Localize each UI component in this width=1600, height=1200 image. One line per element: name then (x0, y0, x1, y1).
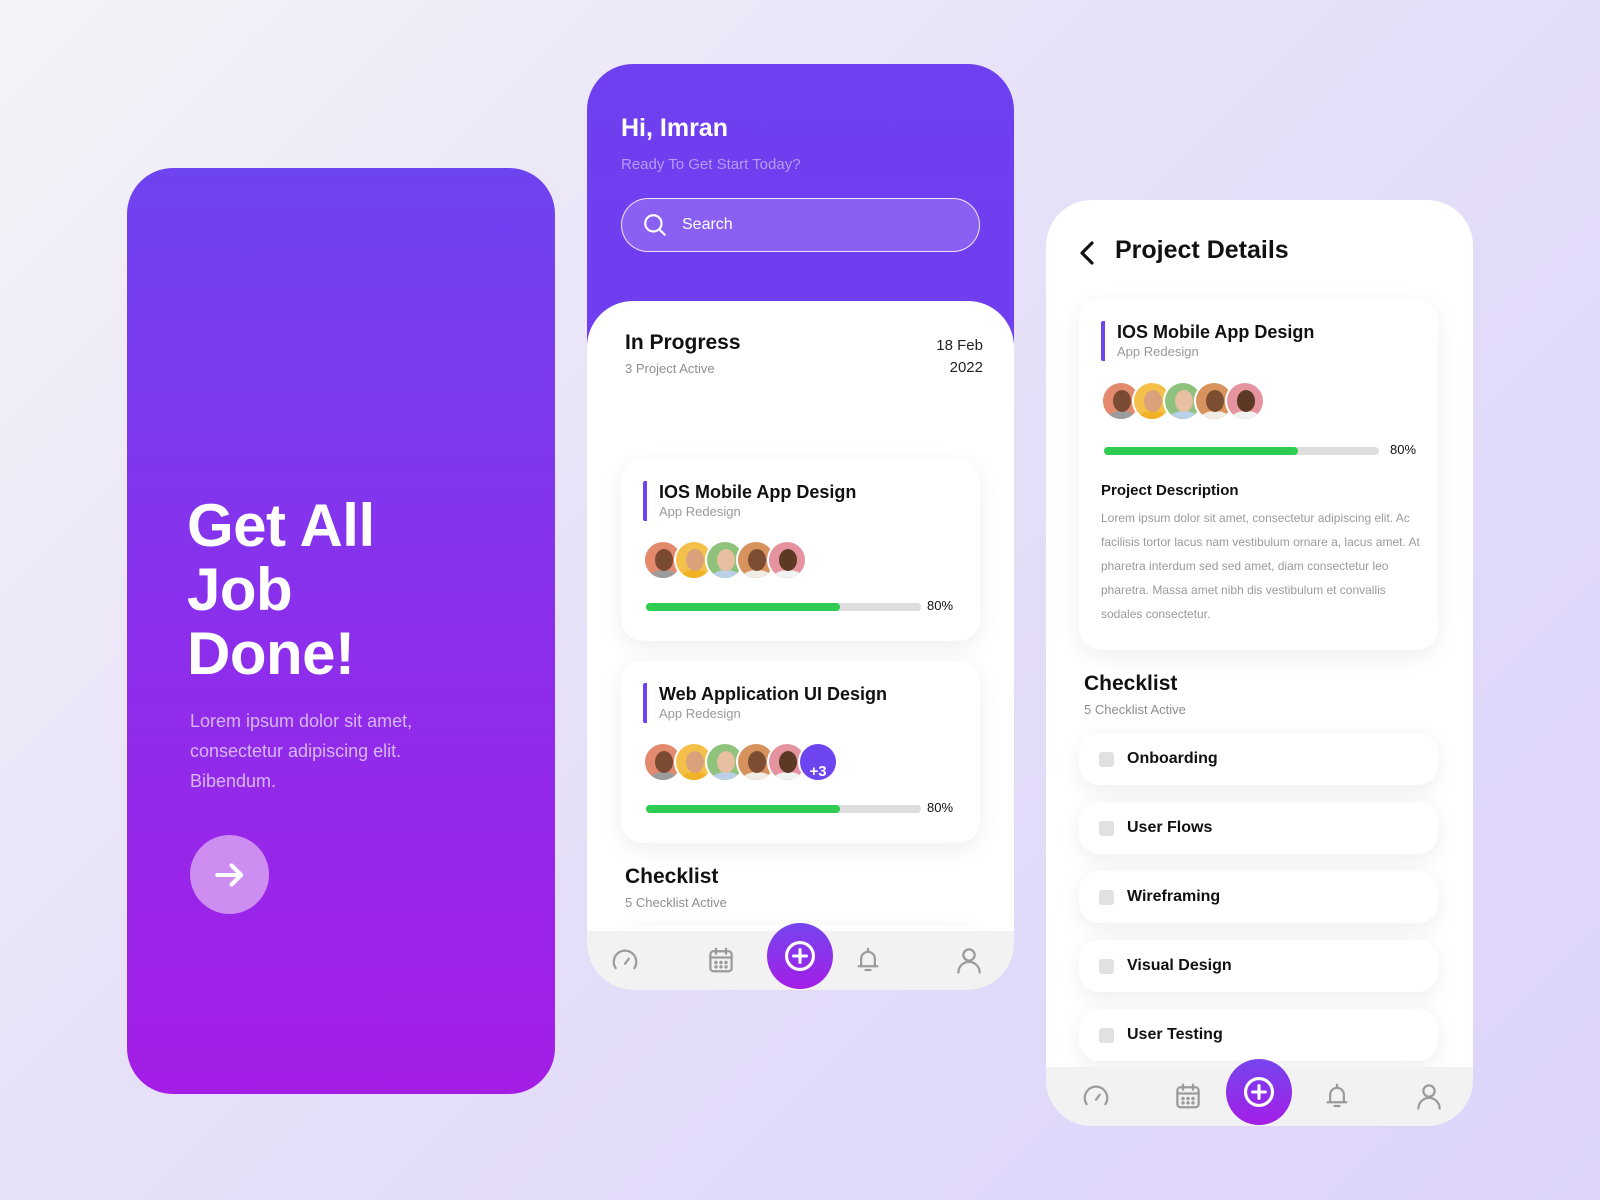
bell-icon[interactable] (1322, 1081, 1352, 1111)
progress-bar (1104, 447, 1379, 455)
bell-icon[interactable] (853, 945, 883, 975)
progress-label: 80% (1390, 442, 1417, 457)
checklist-title: Checklist (1084, 672, 1178, 695)
checkbox[interactable] (1099, 820, 1114, 836)
avatar (1225, 381, 1265, 421)
team-avatars (643, 540, 807, 580)
checklist-subtitle: 5 Checklist Active (1084, 702, 1186, 717)
project-title: IOS Mobile App Design (659, 482, 857, 502)
dashboard-gauge-icon[interactable] (610, 945, 640, 975)
project-subtitle: App Redesign (1117, 344, 1199, 359)
checklist-item-label: Visual Design (1127, 957, 1232, 974)
team-avatars: +3 (643, 742, 838, 782)
greeting-subtitle: Ready To Get Start Today? (621, 156, 801, 173)
arrow-right-icon (214, 862, 243, 887)
project-subtitle: App Redesign (659, 504, 741, 519)
checkbox[interactable] (1099, 958, 1114, 974)
user-icon[interactable] (1414, 1081, 1444, 1111)
checklist-item[interactable]: User Testing (1079, 1009, 1438, 1061)
checkbox[interactable] (1099, 1027, 1114, 1043)
project-header: IOS Mobile App Design App Redesign (643, 481, 856, 521)
onboarding-headline: Get All Job Done! (187, 492, 375, 687)
date-year: 2022 (949, 359, 983, 376)
search-bar[interactable] (621, 198, 980, 252)
team-avatars (1101, 381, 1265, 421)
more-members-badge[interactable]: +3 (798, 742, 838, 782)
page-title: Project Details (1115, 236, 1289, 264)
progress-bar (646, 805, 921, 813)
progress-fill (646, 603, 840, 611)
home-screen: Hi, Imran Ready To Get Start Today? In P… (587, 64, 1014, 990)
onboarding-screen: Get All Job Done! Lorem ipsum dolor sit … (127, 168, 555, 1094)
checklist-item-label: Wireframing (1127, 888, 1221, 905)
progress-label: 80% (927, 598, 954, 613)
checklist-subtitle: 5 Checklist Active (625, 895, 727, 910)
checklist-item-label: User Flows (1127, 819, 1213, 836)
progress-bar (646, 603, 921, 611)
checklist-item[interactable]: Wireframing (1079, 871, 1438, 923)
user-icon[interactable] (954, 945, 984, 975)
add-button[interactable] (1226, 1059, 1292, 1125)
project-header: Web Application UI Design App Redesign (643, 683, 887, 723)
search-icon (644, 214, 666, 236)
project-card[interactable]: IOS Mobile App Design App Redesign 80% (621, 459, 980, 641)
checkbox[interactable] (1099, 889, 1114, 905)
onboarding-body: Lorem ipsum dolor sit amet, consectetur … (190, 711, 413, 791)
project-subtitle: App Redesign (659, 706, 741, 721)
checklist-item-label: Onboarding (1127, 750, 1218, 767)
checklist-item[interactable]: Onboarding (1079, 733, 1438, 785)
date-display: 18 Feb 2022 (923, 335, 983, 379)
checklist-title: Checklist (625, 865, 719, 888)
back-arrow-icon[interactable] (1076, 238, 1100, 268)
in-progress-title: In Progress (625, 331, 741, 354)
in-progress-subtitle: 3 Project Active (625, 361, 715, 376)
progress-label: 80% (927, 800, 954, 815)
checklist-item[interactable]: Visual Design (1079, 940, 1438, 992)
project-card[interactable]: Web Application UI Design App Redesign +… (621, 661, 980, 843)
search-input[interactable] (682, 216, 942, 234)
project-title: IOS Mobile App Design (1117, 322, 1315, 342)
avatar (767, 540, 807, 580)
home-content: In Progress 3 Project Active 18 Feb 2022… (587, 301, 1014, 990)
calendar-icon[interactable] (1173, 1081, 1203, 1111)
checkbox[interactable] (1099, 751, 1114, 767)
add-circle-icon (1243, 1076, 1275, 1108)
checklist-item[interactable]: User Flows (1079, 802, 1438, 854)
add-button[interactable] (767, 923, 833, 989)
add-circle-icon (784, 940, 816, 972)
description-title: Project Description (1101, 482, 1239, 499)
greeting: Hi, Imran (621, 114, 728, 142)
next-button[interactable] (190, 835, 269, 914)
dashboard-gauge-icon[interactable] (1081, 1081, 1111, 1111)
progress-fill (646, 805, 840, 813)
progress-fill (1104, 447, 1298, 455)
date-day-month: 18 Feb (936, 337, 983, 354)
project-detail-card: IOS Mobile App Design App Redesign 80% P… (1079, 299, 1438, 650)
description-text: Lorem ipsum dolor sit amet, consectetur … (1101, 511, 1420, 621)
calendar-icon[interactable] (706, 945, 736, 975)
project-details-screen: Project Details IOS Mobile App Design Ap… (1046, 200, 1473, 1126)
project-header: IOS Mobile App Design App Redesign (1101, 321, 1314, 361)
project-title: Web Application UI Design (659, 684, 888, 704)
checklist-item-label: User Testing (1127, 1026, 1223, 1043)
